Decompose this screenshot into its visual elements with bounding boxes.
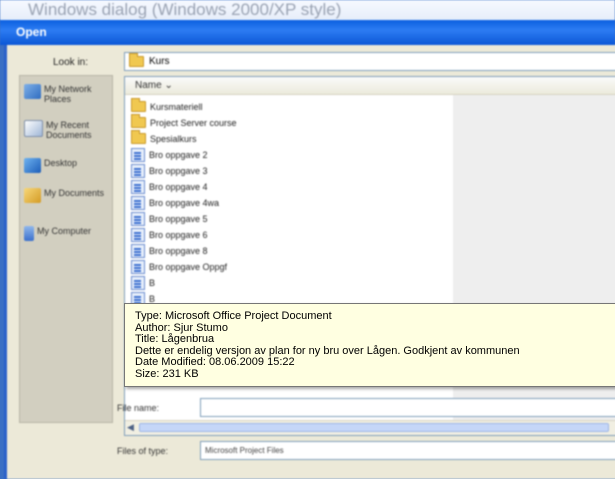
place-label: My Network Places (44, 84, 92, 104)
tooltip-type: Type: Microsoft Office Project Document (135, 310, 332, 322)
project-file-icon (131, 163, 145, 178)
look-in-label: Look in: (53, 57, 89, 68)
file-name-input[interactable] (200, 398, 615, 417)
dialog-title: Open (16, 25, 47, 39)
place-label: My Documents (44, 188, 105, 198)
file-info-tooltip: Type: Microsoft Office Project Document … (124, 303, 615, 387)
list-item[interactable]: Spesialkurs (131, 130, 197, 146)
project-file-icon (131, 259, 145, 274)
folder-icon (129, 53, 144, 67)
list-item[interactable]: Bro oppgave 6 (131, 227, 208, 242)
tooltip-size: Size: 231 KB (135, 367, 199, 380)
place-my-computer[interactable]: My Computer (24, 226, 112, 241)
folder-icon (131, 130, 146, 144)
scrollbar-thumb[interactable] (139, 423, 609, 432)
background-caption: Windows dialog (Windows 2000/XP style) (0, 0, 615, 20)
dialog-title-bar[interactable]: Open (0, 20, 615, 45)
place-recent[interactable]: My Recent Documents (24, 120, 112, 140)
my-documents-icon (24, 188, 41, 203)
list-item[interactable]: Bro oppgave 3 (131, 163, 208, 178)
place-my-documents[interactable]: My Documents (24, 188, 112, 203)
desktop-icon (24, 158, 41, 173)
files-of-type-select[interactable]: Microsoft Project Files (200, 441, 615, 460)
list-item[interactable]: Bro oppgave 8 (131, 243, 208, 258)
network-places-icon (24, 84, 41, 99)
files-of-type-label: Files of type: (117, 446, 169, 456)
horizontal-scrollbar[interactable]: ◀ (125, 420, 615, 435)
list-item[interactable]: Bro oppgave 5 (131, 211, 208, 226)
open-dialog: Look in: Kurs My Network Places My Recen… (4, 45, 615, 479)
list-item[interactable]: Kursmateriell (131, 98, 203, 114)
list-item[interactable]: Bro oppgave 4 (131, 179, 208, 194)
list-item[interactable]: Bro oppgave Oppgf (131, 259, 227, 274)
place-label: My Recent Documents (46, 120, 92, 140)
list-item[interactable]: Project Server course (131, 114, 237, 130)
my-computer-icon (24, 226, 34, 241)
project-file-icon (131, 195, 145, 210)
project-file-icon (131, 243, 145, 258)
file-name-label: File name: (117, 403, 160, 413)
project-file-icon (131, 227, 145, 242)
look-in-value: Kurs (149, 56, 170, 67)
sort-arrow-icon: ⌄ (164, 80, 173, 91)
place-desktop[interactable]: Desktop (24, 158, 112, 173)
project-file-icon (131, 147, 145, 162)
place-network[interactable]: My Network Places (24, 84, 112, 104)
look-in-combo[interactable]: Kurs (124, 52, 615, 71)
list-item[interactable]: B (131, 275, 155, 290)
place-label: Desktop (44, 158, 78, 168)
project-file-icon (131, 275, 145, 290)
column-header-name[interactable]: Name ⌄ (125, 77, 615, 95)
places-bar: My Network Places My Recent Documents De… (19, 75, 113, 423)
folder-icon (131, 114, 146, 128)
scroll-left-arrow-icon[interactable]: ◀ (127, 422, 134, 433)
list-item[interactable]: Bro oppgave 2 (131, 147, 208, 162)
project-file-icon (131, 179, 145, 194)
folder-icon (131, 98, 146, 112)
tooltip-title: Title: Lågenbrua (135, 333, 215, 345)
project-file-icon (131, 211, 145, 226)
place-label: My Computer (37, 226, 92, 236)
list-item[interactable]: Bro oppgave 4wa (131, 195, 219, 210)
recent-documents-icon (24, 120, 43, 137)
tooltip-date-modified: Date Modified: 08.06.2009 15:22 (135, 356, 295, 368)
